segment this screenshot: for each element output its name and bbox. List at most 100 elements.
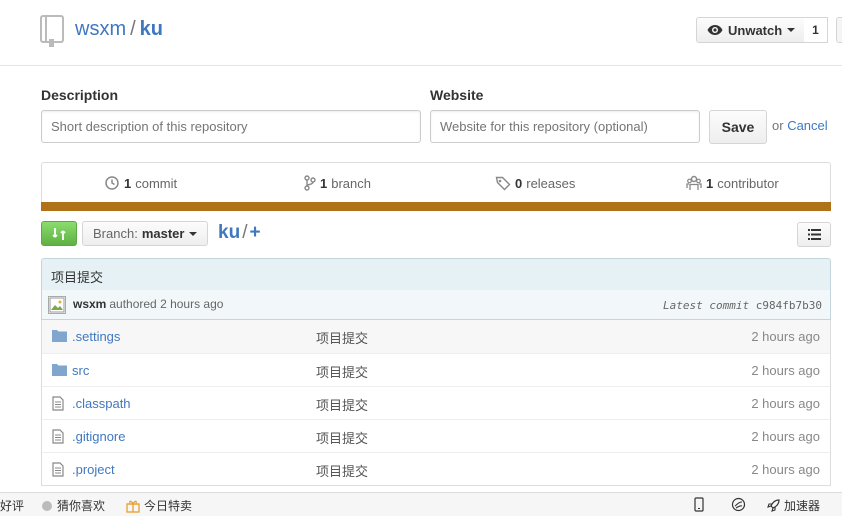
- branch-name: master: [141, 226, 185, 241]
- releases-count: 0: [515, 175, 523, 191]
- website-input[interactable]: [430, 110, 700, 143]
- statusbar-recommend-label: 猜你喜欢: [57, 499, 106, 513]
- branches-count: 1: [320, 175, 328, 191]
- repo-title-separator: /: [130, 18, 136, 40]
- network-icon: [731, 497, 746, 512]
- file-text-icon: [52, 462, 64, 477]
- add-file-link[interactable]: +: [249, 222, 260, 243]
- latest-commit: Latest commit c984fb7b30: [663, 299, 822, 312]
- table-row: .settings 项目提交 2 hours ago: [42, 320, 830, 353]
- commit-sha-link[interactable]: c984fb7b30: [756, 299, 822, 312]
- file-age: 2 hours ago: [751, 429, 820, 444]
- statusbar-rating-label: 好评: [0, 499, 25, 513]
- statusbar-network[interactable]: [731, 497, 746, 512]
- list-icon: [807, 229, 821, 240]
- file-name-link[interactable]: .classpath: [72, 396, 131, 411]
- statusbar-deals[interactable]: 今日特卖: [126, 497, 192, 514]
- unwatch-label: Unwatch: [728, 22, 783, 38]
- numbers-summary: 1 commit 1 branch 0 releases 1 contribut…: [41, 162, 831, 211]
- releases-label: releases: [526, 175, 576, 191]
- star-button-edge[interactable]: [836, 17, 842, 43]
- browser-status-bar: 好评 猜你喜欢 今日特卖 加速器: [0, 492, 842, 516]
- file-commit-message[interactable]: 项目提交: [316, 461, 368, 480]
- description-input[interactable]: [41, 110, 421, 143]
- tag-icon: [495, 176, 511, 191]
- statusbar-accelerator-label: 加速器: [784, 499, 821, 513]
- file-commit-message[interactable]: 项目提交: [316, 395, 368, 414]
- branches-link[interactable]: 1 branch: [304, 175, 371, 191]
- repo-book-icon: [40, 15, 64, 47]
- breadcrumb-separator: /: [242, 222, 248, 243]
- file-age: 2 hours ago: [751, 363, 820, 378]
- organization-icon: [686, 175, 702, 190]
- compare-pull-request-button[interactable]: [41, 221, 77, 246]
- table-row: .project 项目提交 2 hours ago: [42, 452, 830, 485]
- branch-select-button[interactable]: Branch: master: [82, 221, 208, 246]
- folder-icon: [52, 330, 67, 342]
- repo-title: wsxm / ku: [75, 18, 163, 41]
- branch-prefix: Branch:: [93, 226, 138, 241]
- phone-icon: [694, 497, 704, 512]
- list-view-button[interactable]: [797, 222, 831, 247]
- file-name-link[interactable]: .settings: [72, 329, 120, 344]
- author-name-link[interactable]: wsxm: [73, 297, 106, 311]
- commits-link[interactable]: 1 commit: [104, 175, 177, 191]
- branches-label: branch: [331, 175, 371, 191]
- statusbar-accelerator[interactable]: 加速器: [766, 497, 820, 514]
- or-text: or: [772, 118, 784, 133]
- repo-owner-link[interactable]: wsxm: [75, 18, 126, 40]
- file-age: 2 hours ago: [751, 396, 820, 411]
- file-commit-message[interactable]: 项目提交: [316, 362, 368, 381]
- file-name-link[interactable]: .project: [72, 462, 115, 477]
- chevron-down-icon: [787, 28, 796, 32]
- commit-message[interactable]: 项目提交: [51, 270, 103, 285]
- rocket-icon: [767, 499, 780, 512]
- commit-title: 项目提交: [41, 258, 831, 291]
- avatar[interactable]: [48, 296, 66, 314]
- commit-author: wsxm authored 2 hours ago: [73, 297, 223, 311]
- table-row: src 项目提交 2 hours ago: [42, 353, 830, 386]
- commits-count: 1: [124, 175, 132, 191]
- folder-icon: [52, 364, 67, 376]
- breadcrumb: ku / +: [218, 222, 261, 244]
- broken-image-icon: [49, 297, 65, 313]
- file-name-link[interactable]: src: [72, 363, 89, 378]
- file-table: .settings 项目提交 2 hours ago src 项目提交 2 ho…: [41, 320, 831, 486]
- file-text-icon: [52, 429, 64, 444]
- file-commit-message[interactable]: 项目提交: [316, 328, 368, 347]
- latest-commit-label: Latest commit: [663, 299, 750, 312]
- statusbar-recommend[interactable]: 猜你喜欢: [42, 497, 105, 514]
- commit-meta: wsxm authored 2 hours ago Latest commit c…: [41, 290, 831, 320]
- repo-name-link[interactable]: ku: [140, 18, 163, 40]
- contributors-count: 1: [706, 175, 714, 191]
- compare-icon: [52, 227, 66, 240]
- eye-icon: [707, 25, 723, 35]
- description-label: Description: [41, 87, 119, 103]
- commits-label: commit: [135, 175, 178, 191]
- file-age: 2 hours ago: [751, 329, 820, 344]
- unwatch-button[interactable]: Unwatch: [696, 17, 805, 43]
- releases-link[interactable]: 0 releases: [495, 175, 575, 191]
- statusbar-mobile[interactable]: [694, 497, 704, 512]
- repo-header: wsxm / ku Unwatch 1: [0, 0, 842, 66]
- table-row: .classpath 项目提交 2 hours ago: [42, 386, 830, 419]
- recommend-dot-icon: [42, 500, 52, 511]
- file-text-icon: [52, 396, 64, 411]
- watchers-count[interactable]: 1: [804, 17, 828, 43]
- authored-time: authored 2 hours ago: [109, 297, 224, 311]
- file-age: 2 hours ago: [751, 462, 820, 477]
- contributors-link[interactable]: 1 contributor: [686, 175, 779, 191]
- language-bar[interactable]: [41, 202, 831, 211]
- file-name-link[interactable]: .gitignore: [72, 429, 125, 444]
- website-label: Website: [430, 87, 484, 103]
- statusbar-rating[interactable]: 好评: [0, 497, 24, 514]
- table-row: .gitignore 项目提交 2 hours ago: [42, 419, 830, 452]
- history-icon: [105, 176, 119, 190]
- branch-icon: [304, 175, 316, 191]
- breadcrumb-root-link[interactable]: ku: [218, 222, 240, 243]
- cancel-link[interactable]: Cancel: [787, 118, 827, 133]
- save-button[interactable]: Save: [709, 110, 767, 144]
- file-commit-message[interactable]: 项目提交: [316, 428, 368, 447]
- contributors-label: contributor: [717, 175, 779, 191]
- or-cancel: or Cancel: [772, 118, 828, 133]
